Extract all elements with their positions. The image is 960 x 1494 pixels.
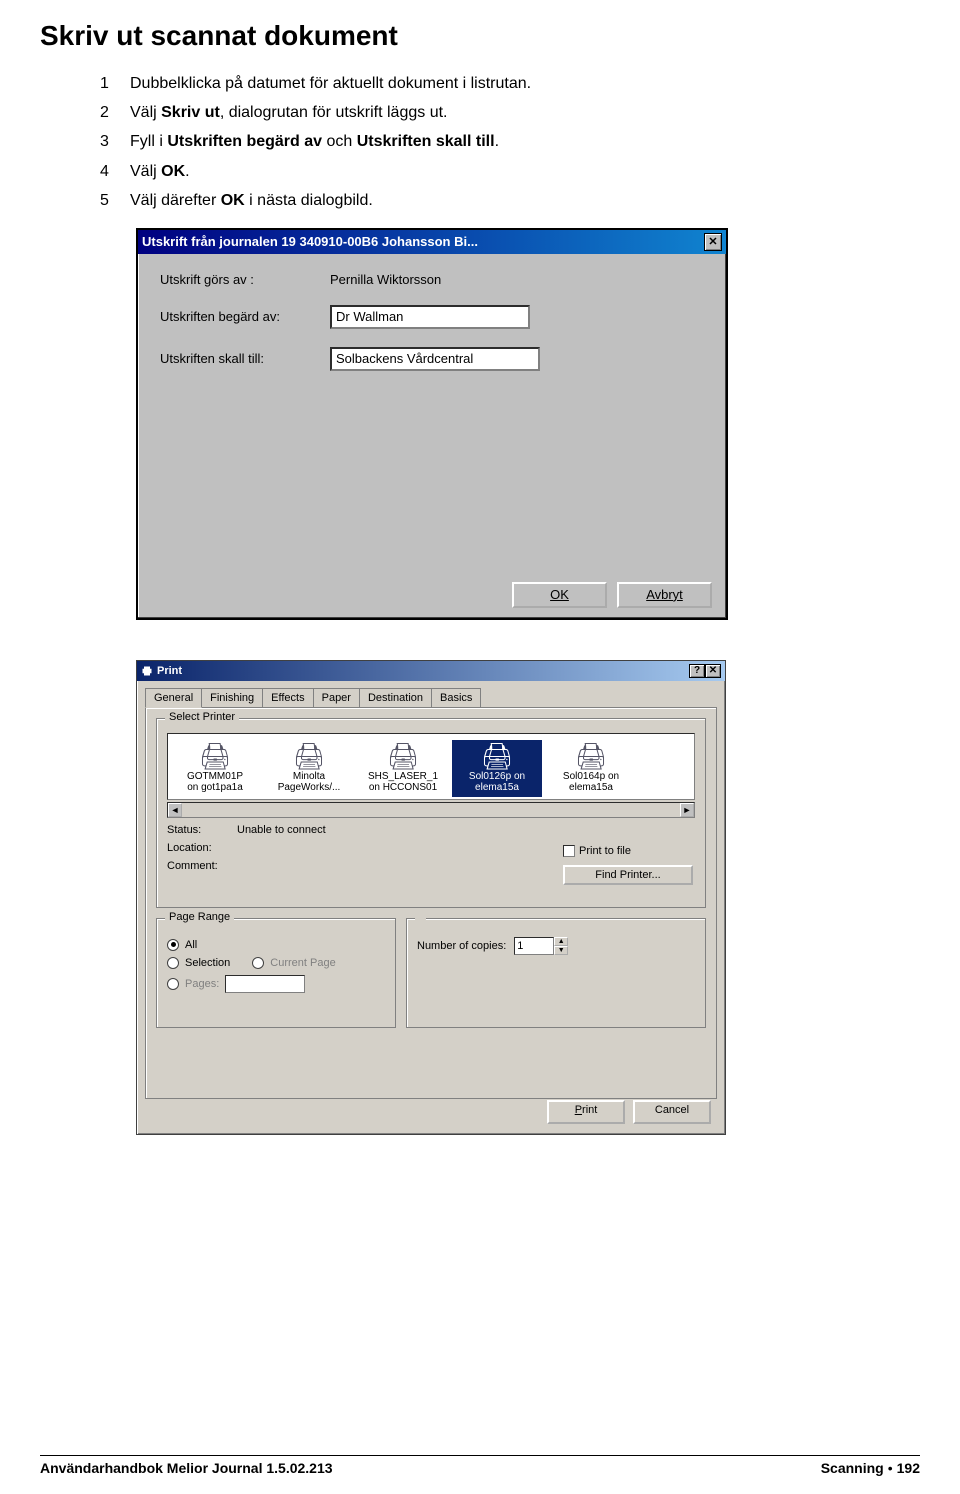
- label-requested-by: Utskriften begärd av:: [160, 309, 330, 324]
- select-printer-group: Select Printer 🖨 GOTMM01P on got1pa1a 🖨 …: [156, 718, 706, 908]
- footer-right: Scanning•192: [821, 1460, 920, 1476]
- step-4: 4 Välj OK.: [100, 158, 920, 185]
- printer-item[interactable]: 🖨 Minolta PageWorks/...: [264, 740, 354, 797]
- close-icon[interactable]: ✕: [705, 664, 721, 678]
- radio-pages-label: Pages:: [185, 978, 219, 990]
- radio-pages[interactable]: [167, 978, 179, 990]
- comment-label: Comment:: [167, 860, 237, 872]
- radio-current-page: [252, 957, 264, 969]
- radio-current-label: Current Page: [270, 957, 335, 969]
- instruction-list: 1 Dubbelklicka på datumet för aktuellt d…: [40, 70, 920, 214]
- spin-up-icon[interactable]: ▲: [554, 937, 568, 946]
- step-number: 2: [100, 99, 116, 126]
- checkbox-icon[interactable]: [563, 845, 575, 857]
- printer-list[interactable]: 🖨 GOTMM01P on got1pa1a 🖨 Minolta PageWor…: [167, 733, 695, 800]
- tab-effects[interactable]: Effects: [262, 688, 313, 708]
- titlebar[interactable]: Print ? ✕: [137, 661, 725, 681]
- cancel-button[interactable]: Cancel: [633, 1100, 711, 1124]
- find-printer-button[interactable]: Find Printer...: [563, 865, 693, 885]
- print-button[interactable]: Print: [547, 1100, 625, 1124]
- tab-destination[interactable]: Destination: [359, 688, 432, 708]
- input-requested-by[interactable]: [330, 305, 530, 329]
- tab-finishing[interactable]: Finishing: [201, 688, 263, 708]
- printer-item[interactable]: 🖨 GOTMM01P on got1pa1a: [170, 740, 260, 797]
- footer-left: Användarhandbok Melior Journal 1.5.02.21…: [40, 1460, 333, 1476]
- close-icon[interactable]: ✕: [704, 233, 722, 251]
- printer-icon: 🖨: [265, 742, 353, 771]
- printer-icon: 🖨: [547, 742, 635, 771]
- tab-paper[interactable]: Paper: [313, 688, 360, 708]
- system-print-dialog: Print ? ✕ General Finishing Effects Pape…: [136, 660, 726, 1135]
- printer-item-selected[interactable]: 🖨 Sol0126p on elema15a: [452, 740, 542, 797]
- printer-icon: 🖨: [359, 742, 447, 771]
- step-5: 5 Välj därefter OK i nästa dialogbild.: [100, 187, 920, 214]
- status-label: Status:: [167, 824, 237, 836]
- step-2: 2 Välj Skriv ut, dialogrutan för utskrif…: [100, 99, 920, 126]
- printer-item[interactable]: 🖨 Sol0164p on elema15a: [546, 740, 636, 797]
- scroll-right-icon[interactable]: ►: [680, 803, 694, 817]
- step-3: 3 Fyll i Utskriften begärd av och Utskri…: [100, 128, 920, 155]
- radio-selection-label: Selection: [185, 957, 230, 969]
- printer-icon: 🖨: [453, 742, 541, 771]
- cancel-button[interactable]: Avbryt: [617, 582, 712, 608]
- printer-icon: 🖨: [171, 742, 259, 771]
- group-title: Select Printer: [165, 711, 239, 723]
- radio-icon[interactable]: [167, 939, 179, 951]
- status-value: Unable to connect: [237, 824, 326, 836]
- step-number: 4: [100, 158, 116, 185]
- ok-button[interactable]: OK: [512, 582, 607, 608]
- help-icon[interactable]: ?: [689, 664, 705, 678]
- page-title: Skriv ut scannat dokument: [40, 20, 920, 52]
- copies-label: Number of copies:: [417, 940, 506, 952]
- step-text: Välj Skriv ut, dialogrutan för utskrift …: [130, 99, 447, 126]
- printer-icon: [141, 665, 153, 677]
- tab-general[interactable]: General: [145, 688, 202, 708]
- horizontal-scrollbar[interactable]: ◄►: [167, 802, 695, 818]
- copies-input[interactable]: [514, 937, 554, 955]
- tab-strip: General Finishing Effects Paper Destinat…: [137, 687, 725, 707]
- copies-spinner[interactable]: ▲▼: [514, 937, 568, 955]
- step-text: Välj därefter OK i nästa dialogbild.: [130, 187, 373, 214]
- print-request-dialog: Utskrift från journalen 19 340910-00B6 J…: [136, 228, 728, 620]
- printer-item[interactable]: 🖨 SHS_LASER_1 on HCCONS01: [358, 740, 448, 797]
- print-to-file-checkbox[interactable]: Print to file: [563, 845, 693, 857]
- group-title: Page Range: [165, 911, 234, 923]
- step-1: 1 Dubbelklicka på datumet för aktuellt d…: [100, 70, 920, 97]
- step-number: 1: [100, 70, 116, 97]
- radio-selection[interactable]: [167, 957, 179, 969]
- dialog-title: Utskrift från journalen 19 340910-00B6 J…: [142, 234, 704, 249]
- step-text: Dubbelklicka på datumet för aktuellt dok…: [130, 70, 531, 97]
- dialog-title: Print: [141, 665, 689, 677]
- titlebar[interactable]: Utskrift från journalen 19 340910-00B6 J…: [138, 230, 726, 254]
- copies-group: . Number of copies: ▲▼: [406, 918, 706, 1028]
- tab-panel: Select Printer 🖨 GOTMM01P on got1pa1a 🖨 …: [145, 707, 717, 1099]
- tab-basics[interactable]: Basics: [431, 688, 481, 708]
- radio-all[interactable]: All: [167, 939, 385, 951]
- label-printed-by: Utskrift görs av :: [160, 272, 330, 287]
- scroll-left-icon[interactable]: ◄: [168, 803, 182, 817]
- step-number: 5: [100, 187, 116, 214]
- input-print-to[interactable]: [330, 347, 540, 371]
- location-label: Location:: [167, 842, 237, 854]
- page-footer: Användarhandbok Melior Journal 1.5.02.21…: [40, 1455, 920, 1476]
- label-print-to: Utskriften skall till:: [160, 351, 330, 366]
- step-text: Fyll i Utskriften begärd av och Utskrift…: [130, 128, 499, 155]
- pages-input: [225, 975, 305, 993]
- step-number: 3: [100, 128, 116, 155]
- spin-down-icon[interactable]: ▼: [554, 946, 568, 955]
- page-range-group: Page Range All Selection Current Page Pa…: [156, 918, 396, 1028]
- value-printed-by: Pernilla Wiktorsson: [330, 272, 441, 287]
- step-text: Välj OK.: [130, 158, 190, 185]
